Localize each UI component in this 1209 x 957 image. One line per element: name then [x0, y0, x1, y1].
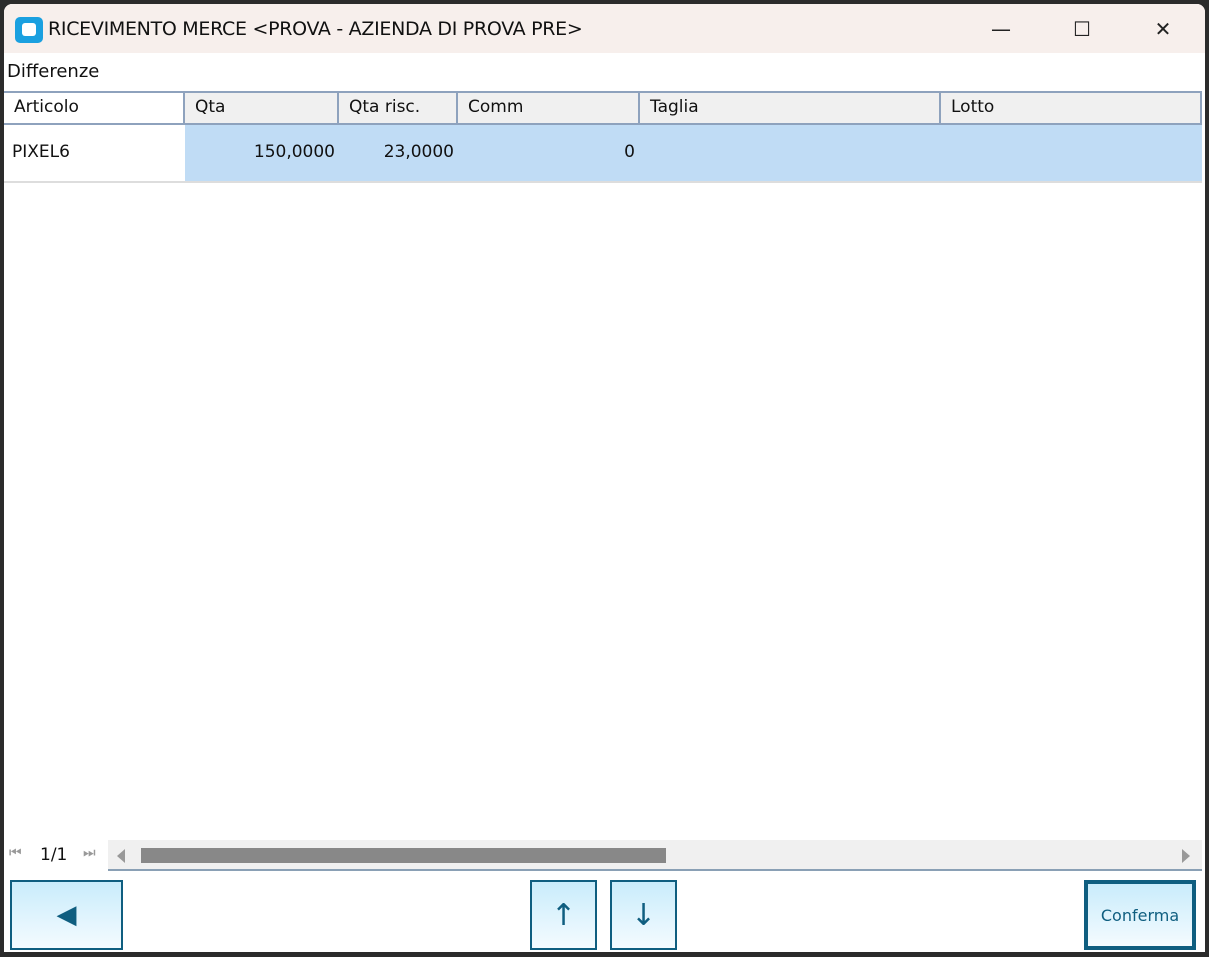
app-icon — [15, 17, 43, 43]
cell-taglia — [640, 125, 941, 181]
cell-lotto — [941, 125, 1202, 181]
last-page-icon[interactable]: ⏭ — [83, 845, 96, 861]
column-header-comm[interactable]: Comm — [458, 93, 640, 123]
section-label: Differenze — [7, 61, 100, 82]
window: RICEVIMENTO MERCE <PROVA - AZIENDA DI PR… — [4, 4, 1205, 952]
horizontal-scrollbar[interactable]: ⏮ 1/1 ⏭ — [4, 840, 1202, 871]
cell-qta-risc: 23,0000 — [339, 125, 458, 181]
move-down-button[interactable]: ↓ — [610, 880, 677, 950]
column-header-lotto[interactable]: Lotto — [941, 93, 1202, 123]
cell-articolo: PIXEL6 — [4, 125, 185, 181]
move-up-button[interactable]: ↑ — [530, 880, 597, 950]
column-header-taglia[interactable]: Taglia — [640, 93, 941, 123]
pager: ⏮ 1/1 ⏭ — [4, 840, 108, 871]
cell-comm: 0 — [458, 125, 640, 181]
maximize-button[interactable]: ☐ — [1057, 12, 1107, 46]
scrollbar-thumb[interactable] — [141, 848, 666, 863]
back-button[interactable]: ◀ — [10, 880, 123, 950]
scroll-right-icon[interactable] — [1182, 849, 1190, 863]
column-header-qta[interactable]: Qta — [185, 93, 339, 123]
arrow-down-icon: ↓ — [630, 897, 657, 933]
column-header-qta-risc[interactable]: Qta risc. — [339, 93, 458, 123]
title-bar: RICEVIMENTO MERCE <PROVA - AZIENDA DI PR… — [4, 4, 1205, 53]
arrow-up-icon: ↑ — [550, 897, 577, 933]
window-title: RICEVIMENTO MERCE <PROVA - AZIENDA DI PR… — [48, 18, 583, 40]
table-header: Articolo Qta Qta risc. Comm Taglia Lotto — [4, 91, 1202, 125]
cell-qta: 150,0000 — [185, 125, 339, 181]
close-button[interactable]: ✕ — [1138, 12, 1188, 46]
back-arrow-icon: ◀ — [56, 900, 77, 930]
scroll-left-icon[interactable] — [117, 849, 125, 863]
minimize-button[interactable]: — — [976, 12, 1026, 46]
table-row[interactable]: PIXEL6 150,0000 23,0000 0 — [4, 125, 1202, 183]
page-indicator: 1/1 — [40, 845, 68, 865]
first-page-icon[interactable]: ⏮ — [9, 845, 22, 861]
column-header-articolo[interactable]: Articolo — [4, 93, 185, 123]
confirm-button[interactable]: Conferma — [1084, 880, 1196, 950]
